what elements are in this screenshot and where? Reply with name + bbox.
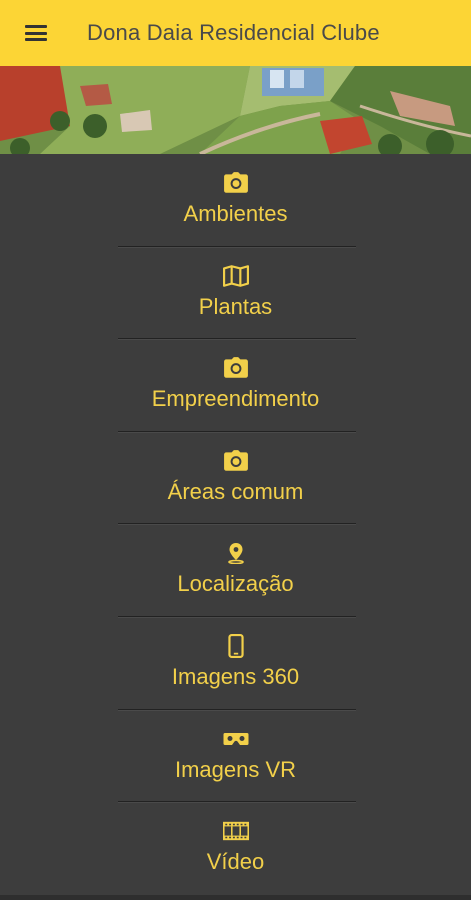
menu-item-label: Ambientes xyxy=(183,201,288,226)
smartphone-icon xyxy=(223,633,249,658)
menu-item-label: Imagens VR xyxy=(174,756,297,782)
app-bar: Dona Daia Residencial Clube xyxy=(0,0,471,66)
menu-item-label: Plantas xyxy=(198,293,273,319)
map-icon xyxy=(222,264,249,287)
camera-icon xyxy=(223,449,249,472)
menu-item-plantas[interactable]: Plantas xyxy=(0,247,471,340)
menu-item-ambientes[interactable]: Ambientes xyxy=(0,154,471,247)
menu-item-areas-comum[interactable]: Áreas comum xyxy=(0,432,471,525)
menu-item-video[interactable]: Vídeo xyxy=(0,802,471,895)
camera-icon xyxy=(223,357,249,379)
app-title: Dona Daia Residencial Clube xyxy=(87,20,380,45)
menu-item-label: Empreendimento xyxy=(151,386,320,412)
hamburger-menu-icon[interactable] xyxy=(25,25,47,41)
menu-item-imagens-vr[interactable]: Imagens VR xyxy=(0,710,471,803)
main-menu: Ambientes Plantas Empreendimento Áreas c… xyxy=(0,154,471,895)
film-icon xyxy=(222,820,249,842)
menu-item-label: Localização xyxy=(177,571,294,597)
bottom-edge xyxy=(0,895,471,900)
menu-item-empreendimento[interactable]: Empreendimento xyxy=(0,339,471,432)
menu-item-localizacao[interactable]: Localização xyxy=(0,524,471,617)
menu-item-label: Vídeo xyxy=(206,849,265,875)
menu-item-label: Imagens 360 xyxy=(171,663,300,689)
vr-headset-icon xyxy=(223,728,249,750)
menu-item-imagens-360[interactable]: Imagens 360 xyxy=(0,617,471,710)
menu-item-label: Áreas comum xyxy=(167,478,304,504)
hero-aerial-image xyxy=(0,66,471,154)
camera-icon xyxy=(223,172,249,194)
location-pin-icon xyxy=(223,542,249,565)
